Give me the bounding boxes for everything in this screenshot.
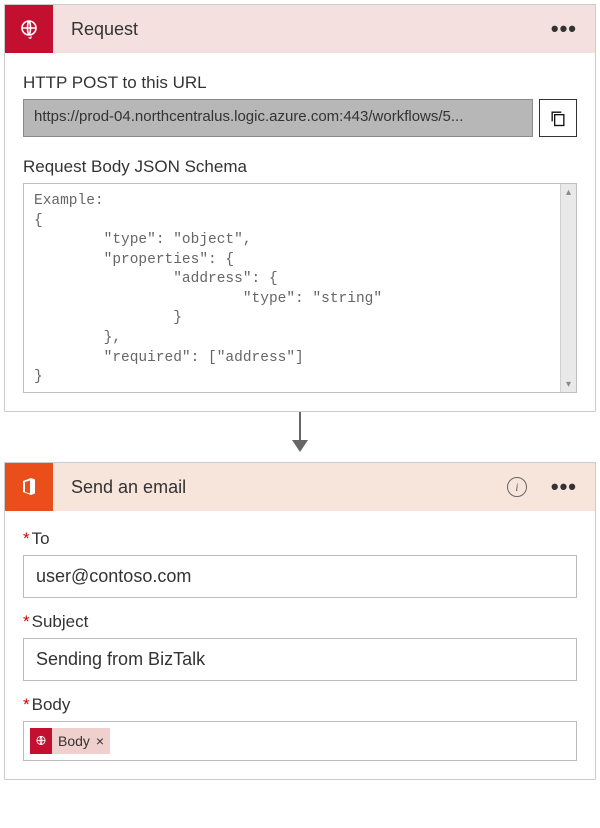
body-token[interactable]: Body × bbox=[30, 728, 110, 754]
send-email-card-body: *To *Subject *Body Body × bbox=[5, 511, 595, 779]
request-more-button[interactable]: ••• bbox=[545, 23, 583, 35]
url-readonly-field[interactable]: https://prod-04.northcentralus.logic.azu… bbox=[23, 99, 533, 137]
copy-icon bbox=[548, 108, 568, 128]
office-icon-tile bbox=[5, 463, 53, 511]
request-card: Request ••• HTTP POST to this URL https:… bbox=[4, 4, 596, 412]
to-label: *To bbox=[23, 529, 577, 549]
token-source-icon-tile bbox=[30, 728, 52, 754]
token-label: Body bbox=[58, 733, 90, 749]
schema-content: Example: { "type": "object", "properties… bbox=[24, 184, 576, 392]
request-card-header[interactable]: Request ••• bbox=[5, 5, 595, 53]
to-field[interactable] bbox=[23, 555, 577, 598]
required-asterisk: * bbox=[23, 695, 30, 714]
token-remove-button[interactable]: × bbox=[96, 733, 104, 749]
globe-icon bbox=[17, 17, 41, 41]
url-label: HTTP POST to this URL bbox=[23, 73, 577, 93]
schema-textarea[interactable]: Example: { "type": "object", "properties… bbox=[23, 183, 577, 393]
request-card-body: HTTP POST to this URL https://prod-04.no… bbox=[5, 53, 595, 411]
schema-scrollbar[interactable]: ▴ ▾ bbox=[560, 184, 576, 392]
required-asterisk: * bbox=[23, 612, 30, 631]
request-icon-tile bbox=[5, 5, 53, 53]
required-asterisk: * bbox=[23, 529, 30, 548]
copy-url-button[interactable] bbox=[539, 99, 577, 137]
body-label: *Body bbox=[23, 695, 577, 715]
scroll-down-icon[interactable]: ▾ bbox=[561, 376, 576, 392]
send-email-card-header[interactable]: Send an email i ••• bbox=[5, 463, 595, 511]
send-email-more-button[interactable]: ••• bbox=[545, 481, 583, 493]
body-field[interactable]: Body × bbox=[23, 721, 577, 761]
chevron-down-icon bbox=[292, 440, 308, 452]
url-row: https://prod-04.northcentralus.logic.azu… bbox=[23, 99, 577, 137]
scroll-up-icon[interactable]: ▴ bbox=[561, 184, 576, 200]
info-icon: i bbox=[515, 480, 518, 495]
request-card-title: Request bbox=[53, 19, 545, 40]
connector-line bbox=[299, 412, 301, 440]
globe-icon bbox=[34, 734, 48, 748]
send-email-card-title: Send an email bbox=[53, 477, 507, 498]
send-email-card: Send an email i ••• *To *Subject *Body B… bbox=[4, 462, 596, 780]
subject-label: *Subject bbox=[23, 612, 577, 632]
subject-field[interactable] bbox=[23, 638, 577, 681]
flow-connector-arrow bbox=[4, 412, 596, 462]
schema-label: Request Body JSON Schema bbox=[23, 157, 577, 177]
office-icon bbox=[17, 475, 41, 499]
info-button[interactable]: i bbox=[507, 477, 527, 497]
